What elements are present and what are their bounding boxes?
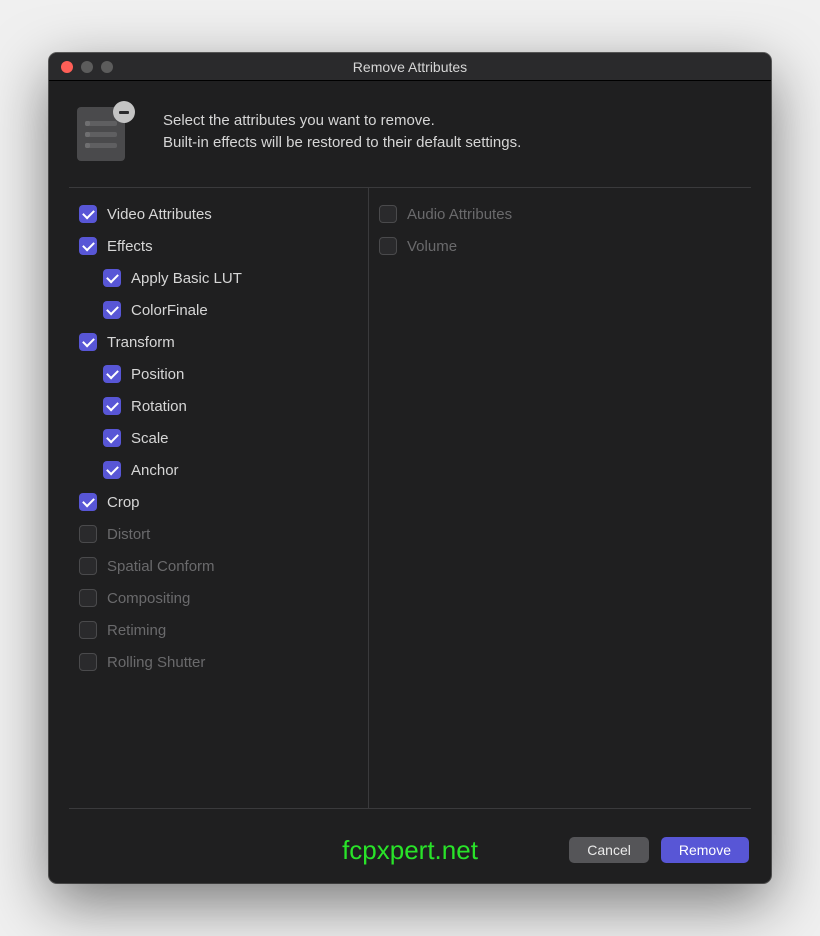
checkbox-effects[interactable] [79, 237, 97, 255]
label-audio-attributes: Audio Attributes [407, 206, 512, 223]
checkbox-anchor[interactable] [103, 461, 121, 479]
row-rotation: Rotation [79, 390, 362, 422]
window-title: Remove Attributes [49, 59, 771, 75]
remove-button[interactable]: Remove [661, 837, 749, 863]
close-icon[interactable] [61, 61, 73, 73]
row-transform: Transform [79, 326, 362, 358]
row-anchor: Anchor [79, 454, 362, 486]
row-effects: Effects [79, 230, 362, 262]
checkbox-audio-attributes [379, 205, 397, 223]
label-apply-basic-lut: Apply Basic LUT [131, 270, 242, 287]
attributes-list-icon [77, 103, 135, 161]
checkbox-colorfinale[interactable] [103, 301, 121, 319]
checkbox-compositing [79, 589, 97, 607]
row-volume: Volume [379, 230, 745, 262]
label-effects: Effects [107, 238, 153, 255]
row-compositing: Compositing [79, 582, 362, 614]
checkbox-transform[interactable] [79, 333, 97, 351]
minimize-icon [81, 61, 93, 73]
row-spatial-conform: Spatial Conform [79, 550, 362, 582]
checkbox-apply-basic-lut[interactable] [103, 269, 121, 287]
label-compositing: Compositing [107, 590, 190, 607]
checkbox-crop[interactable] [79, 493, 97, 511]
row-crop: Crop [79, 486, 362, 518]
row-position: Position [79, 358, 362, 390]
audio-attributes-column: Audio Attributes Volume [369, 188, 751, 808]
label-rolling-shutter: Rolling Shutter [107, 654, 205, 671]
label-anchor: Anchor [131, 462, 179, 479]
row-video-attributes: Video Attributes [79, 198, 362, 230]
description-line-1: Select the attributes you want to remove… [163, 110, 521, 132]
label-video-attributes: Video Attributes [107, 206, 212, 223]
checkbox-volume [379, 237, 397, 255]
row-distort: Distort [79, 518, 362, 550]
checkbox-spatial-conform [79, 557, 97, 575]
checkbox-distort [79, 525, 97, 543]
label-volume: Volume [407, 238, 457, 255]
row-audio-attributes: Audio Attributes [379, 198, 745, 230]
video-attributes-column: Video Attributes Effects Apply Basic LUT Co… [69, 188, 369, 808]
checkbox-scale[interactable] [103, 429, 121, 447]
window-controls [49, 61, 113, 73]
label-rotation: Rotation [131, 398, 187, 415]
dialog-header: Select the attributes you want to remove… [49, 81, 771, 187]
label-retiming: Retiming [107, 622, 166, 639]
row-colorfinale: ColorFinale [79, 294, 362, 326]
remove-attributes-dialog: Remove Attributes Select the attributes … [49, 53, 771, 883]
label-position: Position [131, 366, 184, 383]
cancel-button[interactable]: Cancel [569, 837, 649, 863]
dialog-description: Select the attributes you want to remove… [163, 110, 521, 154]
checkbox-video-attributes[interactable] [79, 205, 97, 223]
checkbox-position[interactable] [103, 365, 121, 383]
label-spatial-conform: Spatial Conform [107, 558, 215, 575]
checkbox-rotation[interactable] [103, 397, 121, 415]
row-rolling-shutter: Rolling Shutter [79, 646, 362, 678]
titlebar: Remove Attributes [49, 53, 771, 81]
checkbox-rolling-shutter [79, 653, 97, 671]
attributes-panel: Video Attributes Effects Apply Basic LUT Co… [69, 187, 751, 809]
label-colorfinale: ColorFinale [131, 302, 208, 319]
zoom-icon [101, 61, 113, 73]
label-crop: Crop [107, 494, 140, 511]
checkbox-retiming [79, 621, 97, 639]
label-distort: Distort [107, 526, 150, 543]
row-apply-basic-lut: Apply Basic LUT [79, 262, 362, 294]
minus-badge-icon [113, 101, 135, 123]
label-scale: Scale [131, 430, 169, 447]
dialog-footer: fcpxpert.net Cancel Remove [49, 827, 771, 883]
row-scale: Scale [79, 422, 362, 454]
label-transform: Transform [107, 334, 175, 351]
description-line-2: Built-in effects will be restored to the… [163, 132, 521, 154]
row-retiming: Retiming [79, 614, 362, 646]
